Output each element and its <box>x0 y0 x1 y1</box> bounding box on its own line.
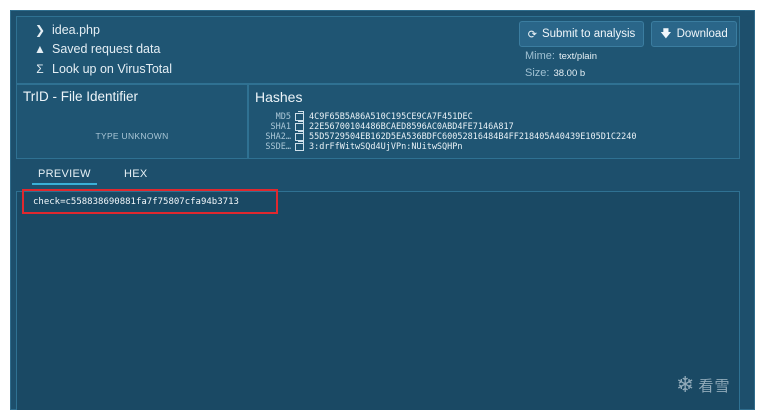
watermark: ❄ 看雪 <box>676 372 730 398</box>
mime-label: Mime: <box>525 50 555 62</box>
watermark-text: 看雪 <box>698 377 731 395</box>
hash-key: MD5 <box>275 112 291 122</box>
hash-value: 3:drFfWitwSQd4UjVPn:NUitwSQHPn <box>309 142 463 152</box>
download-button[interactable]: 🡇 Download <box>651 21 737 47</box>
trid-panel: TrID - File Identifier TYPE UNKNOWN <box>16 84 248 159</box>
chevron-right-icon: ❯ <box>34 23 46 37</box>
hash-row-sha1: SHA1 22E56700104486BCAED8596AC0ABD4FE714… <box>249 121 514 132</box>
mime-info: Mime: text/plain <box>525 50 597 62</box>
refresh-icon: ⟳ <box>527 28 537 41</box>
copy-icon[interactable] <box>295 141 304 151</box>
snowflake-icon: ❄ <box>676 372 695 397</box>
trid-status: TYPE UNKNOWN <box>95 131 169 141</box>
saved-request-label: Saved request data <box>52 42 161 56</box>
submit-label: Submit to analysis <box>541 28 636 40</box>
highlight-box <box>22 189 278 214</box>
saved-request-row[interactable]: ▲ Saved request data <box>33 42 160 56</box>
trid-title: TrID - File Identifier <box>23 89 139 104</box>
file-name-row[interactable]: ❯ idea.php <box>33 23 100 37</box>
virustotal-link[interactable]: Σ Look up on VirusTotal <box>33 62 172 76</box>
size-info: Size: 38.00 b <box>525 67 585 79</box>
hash-row-sha256: SHA2… 55D5729504EB162D5EA536BDFC60052816… <box>249 131 637 142</box>
hash-key: SHA2… <box>265 132 291 142</box>
copy-icon[interactable] <box>295 121 304 131</box>
preview-pane[interactable] <box>16 191 740 410</box>
hashes-title: Hashes <box>255 89 303 105</box>
hash-value: 22E56700104486BCAED8596AC0ABD4FE7146A817 <box>309 122 514 132</box>
submit-to-analysis-button[interactable]: ⟳ Submit to analysis <box>519 21 644 47</box>
size-label: Size: <box>525 67 550 79</box>
mime-value: text/plain <box>558 51 597 62</box>
download-label: Download <box>676 28 728 40</box>
size-value: 38.00 b <box>553 68 586 79</box>
copy-icon[interactable] <box>295 131 304 141</box>
copy-icon[interactable] <box>295 111 304 121</box>
hashes-panel: Hashes MD5 4C9F65B5A86A510C195CE9CA7F451… <box>248 84 740 159</box>
sigma-icon: Σ <box>36 62 44 76</box>
hash-row-ssdeep: SSDE… 3:drFfWitwSQd4UjVPn:NUitwSQHPn <box>249 141 463 152</box>
virustotal-label: Look up on VirusTotal <box>52 62 172 76</box>
file-name: idea.php <box>52 23 100 37</box>
hash-key: SHA1 <box>270 122 291 132</box>
download-arrow-icon: 🡇 <box>660 27 672 40</box>
warning-icon: ▲ <box>34 42 46 56</box>
hash-key: SSDE… <box>265 142 291 152</box>
tab-preview[interactable]: PREVIEW <box>32 168 97 185</box>
file-info-panel: ❯ idea.php ▲ Saved request data Σ Look u… <box>16 16 740 84</box>
tab-hex[interactable]: HEX <box>124 168 148 180</box>
hash-row-md5: MD5 4C9F65B5A86A510C195CE9CA7F451DEC <box>249 111 473 122</box>
hash-value: 4C9F65B5A86A510C195CE9CA7F451DEC <box>309 112 473 122</box>
hash-value: 55D5729504EB162D5EA536BDFC60052816484B4F… <box>309 132 637 142</box>
